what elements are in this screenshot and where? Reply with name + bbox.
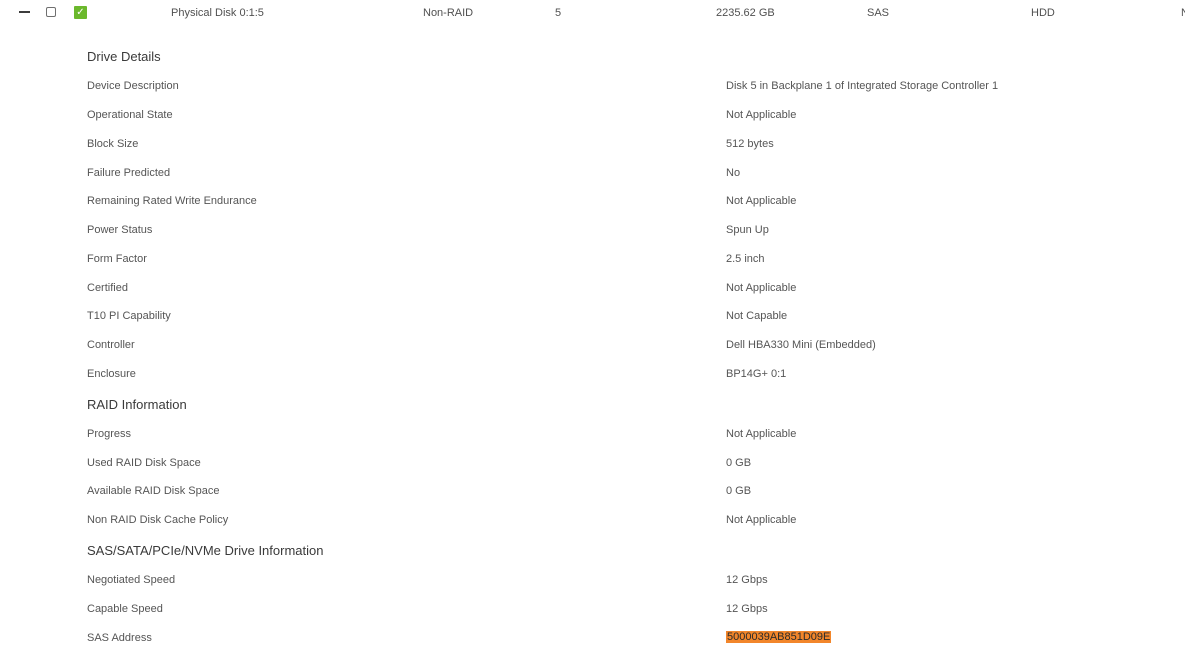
raid-label: Non RAID Disk Cache Policy	[87, 514, 229, 526]
drive-details-heading: Drive Details	[87, 49, 161, 64]
detail-label: T10 PI Capability	[87, 310, 171, 322]
disk-name: Physical Disk 0:1:5	[171, 7, 264, 19]
detail-label: Device Description	[87, 80, 179, 92]
row-select-checkbox[interactable]	[46, 7, 56, 17]
raid-label: Available RAID Disk Space	[87, 485, 220, 497]
detail-label: Block Size	[87, 138, 139, 150]
detail-value: Disk 5 in Backplane 1 of Integrated Stor…	[726, 80, 999, 92]
disk-truncated-column: N	[1181, 7, 1185, 19]
disk-table-row[interactable]: ✓ Physical Disk 0:1:5 Non-RAID 5 2235.62…	[0, 0, 1185, 26]
detail-label: Operational State	[87, 109, 173, 121]
detail-label: Power Status	[87, 224, 153, 236]
status-ok-icon: ✓	[74, 6, 87, 19]
drive-info-value: 12 Gbps	[726, 574, 768, 586]
disk-media-type: HDD	[1031, 7, 1055, 19]
drive-information-heading: SAS/SATA/PCIe/NVMe Drive Information	[87, 543, 324, 558]
detail-value: No	[726, 167, 741, 179]
disk-bus-protocol: SAS	[867, 7, 890, 19]
disk-slot: 5	[555, 7, 562, 19]
raid-value: Not Applicable	[726, 514, 797, 526]
detail-label: Failure Predicted	[87, 167, 171, 179]
detail-value: Not Applicable	[726, 195, 797, 207]
disk-raid-type: Non-RAID	[423, 7, 474, 19]
raid-value: Not Applicable	[726, 428, 797, 440]
sas-address-value[interactable]: 5000039AB851D09E	[726, 631, 832, 643]
drive-info-label: SAS Address	[87, 632, 152, 644]
detail-value: Not Capable	[726, 310, 788, 322]
detail-value: Dell HBA330 Mini (Embedded)	[726, 339, 876, 351]
detail-value: Not Applicable	[726, 109, 797, 121]
detail-label: Form Factor	[87, 253, 147, 265]
raid-label: Used RAID Disk Space	[87, 457, 201, 469]
detail-value: BP14G+ 0:1	[726, 368, 787, 380]
raid-label: Progress	[87, 428, 132, 440]
drive-info-value: 12 Gbps	[726, 603, 768, 615]
disk-capacity: 2235.62 GB	[716, 7, 775, 19]
detail-value: Not Applicable	[726, 282, 797, 294]
detail-value: 512 bytes	[726, 138, 774, 150]
raid-value: 0 GB	[726, 485, 752, 497]
raid-value: 0 GB	[726, 457, 752, 469]
detail-label: Enclosure	[87, 368, 136, 380]
collapse-row-icon[interactable]	[19, 11, 30, 13]
raid-information-heading: RAID Information	[87, 397, 187, 412]
detail-value: Spun Up	[726, 224, 769, 236]
detail-label: Remaining Rated Write Endurance	[87, 195, 257, 207]
drive-info-label: Capable Speed	[87, 603, 163, 615]
drive-info-label: Negotiated Speed	[87, 574, 176, 586]
detail-label: Certified	[87, 282, 128, 294]
detail-label: Controller	[87, 339, 135, 351]
detail-value: 2.5 inch	[726, 253, 765, 265]
